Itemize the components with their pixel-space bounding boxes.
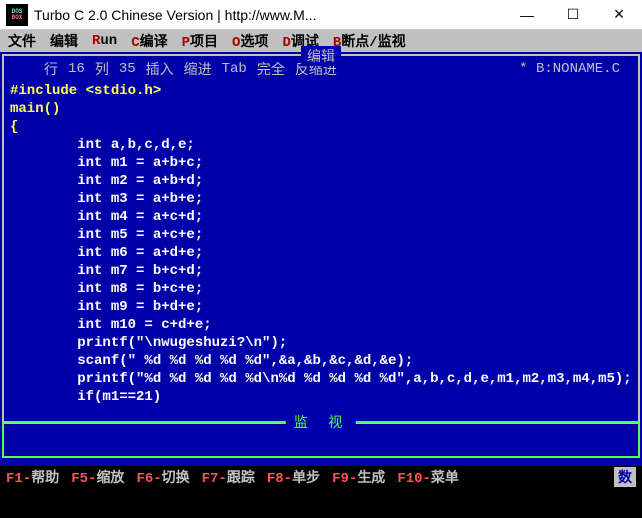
f1-help[interactable]: F1-帮助 (6, 467, 59, 487)
code-line: int m2 = a+b+d; (10, 172, 632, 190)
indent-mode: 缩进 (184, 59, 212, 79)
row-value: 16 (68, 61, 85, 77)
code-line: int m1 = a+b+c; (10, 154, 632, 172)
watch-title: 监 视 (286, 412, 356, 432)
code-line: int m3 = a+b+e; (10, 190, 632, 208)
menu-options[interactable]: O选项 (232, 31, 268, 51)
code-line: int m9 = b+d+e; (10, 298, 632, 316)
col-label: 列 (95, 59, 109, 79)
f5-zoom[interactable]: F5-缩放 (71, 467, 124, 487)
editor-frame: 编辑 行 16 列 35 插入 缩进 Tab 完全 反缩进 * B:NONAME… (2, 54, 640, 424)
col-value: 35 (119, 61, 136, 77)
menu-edit[interactable]: 编辑 (50, 31, 78, 51)
file-marker: * B:NONAME.C (519, 61, 620, 77)
f8-step[interactable]: F8-单步 (267, 467, 320, 487)
editor-frame-title: 编辑 (301, 46, 341, 66)
f10-menu[interactable]: F10-菜单 (397, 467, 459, 487)
menu-breakpoint[interactable]: B断点/监视 (333, 31, 406, 51)
minimize-button[interactable]: — (504, 0, 550, 30)
code-line: scanf(" %d %d %d %d %d",&a,&b,&c,&d,&e); (10, 352, 632, 370)
f9-make[interactable]: F9-生成 (332, 467, 385, 487)
f7-trace[interactable]: F7-跟踪 (202, 467, 255, 487)
menu-run[interactable]: Run (92, 33, 117, 49)
insert-mode: 插入 (146, 59, 174, 79)
watch-frame: 监 视 (2, 422, 640, 458)
close-button[interactable]: × (596, 0, 642, 30)
maximize-button[interactable]: ☐ (550, 0, 596, 30)
full-mode: 完全 (257, 59, 285, 79)
code-line: int m6 = a+d+e; (10, 244, 632, 262)
window-title: Turbo C 2.0 Chinese Version | http://www… (34, 7, 504, 23)
tab-mode: Tab (222, 61, 247, 77)
row-label: 行 (44, 59, 58, 79)
numlock-indicator: 数 (614, 467, 636, 487)
code-line: main() (10, 100, 632, 118)
menu-file[interactable]: 文件 (8, 31, 36, 51)
code-line: { (10, 118, 632, 136)
code-line: int m8 = b+c+e; (10, 280, 632, 298)
code-line: if(m1==21) (10, 388, 632, 406)
code-line: printf("%d %d %d %d %d\n%d %d %d %d %d",… (10, 370, 632, 388)
editor-area: 编辑 行 16 列 35 插入 缩进 Tab 完全 反缩进 * B:NONAME… (0, 52, 642, 466)
bottom-black-bar (0, 488, 642, 518)
code-line: int a,b,c,d,e; (10, 136, 632, 154)
f6-switch[interactable]: F6-切换 (136, 467, 189, 487)
code-line: int m10 = c+d+e; (10, 316, 632, 334)
dosbox-icon: DOS BOX (6, 4, 28, 26)
code-line: printf("\nwugeshuzi?\n"); (10, 334, 632, 352)
code-line: int m4 = a+c+d; (10, 208, 632, 226)
window-titlebar: DOS BOX Turbo C 2.0 Chinese Version | ht… (0, 0, 642, 30)
function-key-bar: F1-帮助 F5-缩放 F6-切换 F7-跟踪 F8-单步 F9-生成 F10-… (0, 466, 642, 488)
code-line: int m7 = b+c+d; (10, 262, 632, 280)
code-line: #include <stdio.h> (10, 82, 632, 100)
menu-project[interactable]: P项目 (182, 31, 218, 51)
code-line: int m5 = a+c+e; (10, 226, 632, 244)
window-controls: — ☐ × (504, 0, 642, 30)
code-editor[interactable]: #include <stdio.h> main() { int a,b,c,d,… (4, 82, 638, 406)
menu-compile[interactable]: C编译 (131, 31, 167, 51)
